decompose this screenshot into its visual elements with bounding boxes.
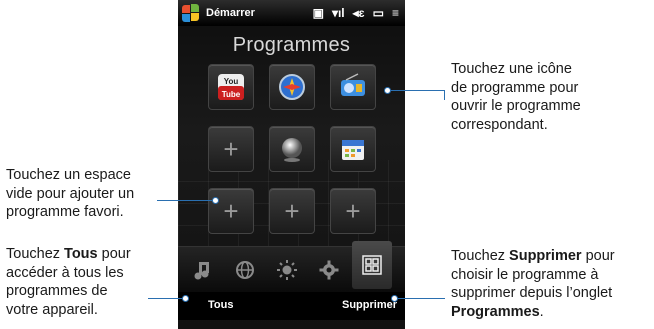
callout-line: votre appareil.: [6, 301, 98, 318]
tab-music[interactable]: [186, 253, 220, 287]
callout-leader: [444, 90, 445, 100]
phone-mode-icon[interactable]: ▣: [313, 6, 324, 20]
callout-line: Touchez un espace: [6, 167, 131, 183]
callout-line: de programme pour: [451, 79, 579, 96]
callout-line: Touchez Supprimer pour: [451, 248, 615, 264]
status-icons: ▣ ▾ıl ◂ɛ ▭ ≡: [313, 6, 399, 20]
plus-icon: +: [284, 195, 300, 226]
callout-line: programme favori.: [6, 204, 124, 221]
tab-programs[interactable]: [352, 241, 392, 289]
battery-icon[interactable]: ▭: [373, 6, 384, 20]
tab-internet[interactable]: [228, 253, 262, 287]
windows-logo-icon[interactable]: [182, 4, 200, 22]
radio-icon: [341, 73, 365, 96]
svg-text:You: You: [224, 77, 239, 86]
callout-line: Touchez une icône: [451, 61, 572, 77]
callout-anchor: [212, 197, 219, 204]
home-tab-bar: [178, 241, 405, 293]
empty-tile-add[interactable]: +: [208, 188, 254, 234]
callout-line: correspondant.: [451, 116, 548, 133]
callout-anchor: [182, 295, 189, 302]
status-bar: Démarrer ▣ ▾ıl ◂ɛ ▭ ≡: [178, 0, 405, 26]
program-tile-compass[interactable]: [269, 64, 315, 110]
callout-line: Touchez Tous pour: [6, 246, 131, 262]
internet-globe-icon: [236, 261, 254, 279]
callout-line: supprimer depuis l’onglet: [451, 285, 613, 302]
volume-icon[interactable]: ◂ɛ: [353, 6, 365, 20]
plus-icon: +: [345, 195, 361, 226]
program-tile-calendar[interactable]: [330, 126, 376, 172]
empty-tile-add[interactable]: +: [269, 188, 315, 234]
callout-add-favorite: Touchez un espace vide pour ajouter un p…: [6, 166, 134, 222]
music-note-icon: [194, 262, 209, 280]
callout-line: accéder à tous les: [6, 264, 124, 281]
callout-line: programmes de: [6, 283, 108, 300]
programs-grid-icon: [362, 255, 382, 275]
globe-ball-icon: [282, 138, 302, 162]
callout-leader: [157, 200, 214, 201]
svg-text:Tube: Tube: [222, 90, 241, 99]
youtube-icon: You Tube: [218, 74, 244, 100]
empty-tile-add[interactable]: +: [330, 188, 376, 234]
start-label[interactable]: Démarrer: [206, 7, 255, 19]
page-title: Programmes: [232, 34, 351, 56]
program-tile-youtube[interactable]: You Tube: [208, 64, 254, 110]
callout-line: Programmes.: [451, 303, 544, 320]
compass-icon: [279, 74, 305, 100]
tab-settings[interactable]: [312, 253, 346, 287]
calendar-icon: [342, 140, 364, 160]
tab-weather[interactable]: [270, 253, 304, 287]
softkey-all[interactable]: Tous: [208, 299, 233, 311]
empty-tile-add[interactable]: +: [208, 126, 254, 172]
callout-delete-program: Touchez Supprimer pour choisir le progra…: [451, 247, 615, 321]
callout-line: ouvrir le programme: [451, 98, 581, 115]
softkey-bar: Tous Supprimer: [178, 292, 405, 320]
callout-anchor: [391, 295, 398, 302]
signal-icon[interactable]: ▾ıl: [332, 6, 345, 20]
callout-open-program: Touchez une icône de programme pour ouvr…: [451, 60, 581, 134]
plus-icon: +: [223, 195, 239, 226]
program-tile-radio[interactable]: [330, 64, 376, 110]
plus-icon: +: [223, 133, 239, 164]
weather-sun-icon: [277, 260, 297, 280]
callout-leader: [395, 298, 445, 299]
settings-gear-icon: [319, 260, 339, 280]
softkey-delete[interactable]: Supprimer: [342, 299, 397, 311]
callout-leader: [412, 90, 445, 91]
callout-anchor: [384, 87, 391, 94]
callout-line: choisir le programme à: [451, 266, 599, 283]
menu-icon[interactable]: ≡: [392, 6, 399, 20]
callout-line: vide pour ajouter un: [6, 185, 135, 202]
phone-screen: Démarrer ▣ ▾ıl ◂ɛ ▭ ≡ Programmes You Tub…: [178, 0, 405, 329]
callout-all-programs: Touchez Tous pour accéder à tous les pro…: [6, 245, 131, 319]
callout-leader: [148, 298, 184, 299]
callout-leader: [388, 90, 412, 91]
program-tile-ball[interactable]: [269, 126, 315, 172]
